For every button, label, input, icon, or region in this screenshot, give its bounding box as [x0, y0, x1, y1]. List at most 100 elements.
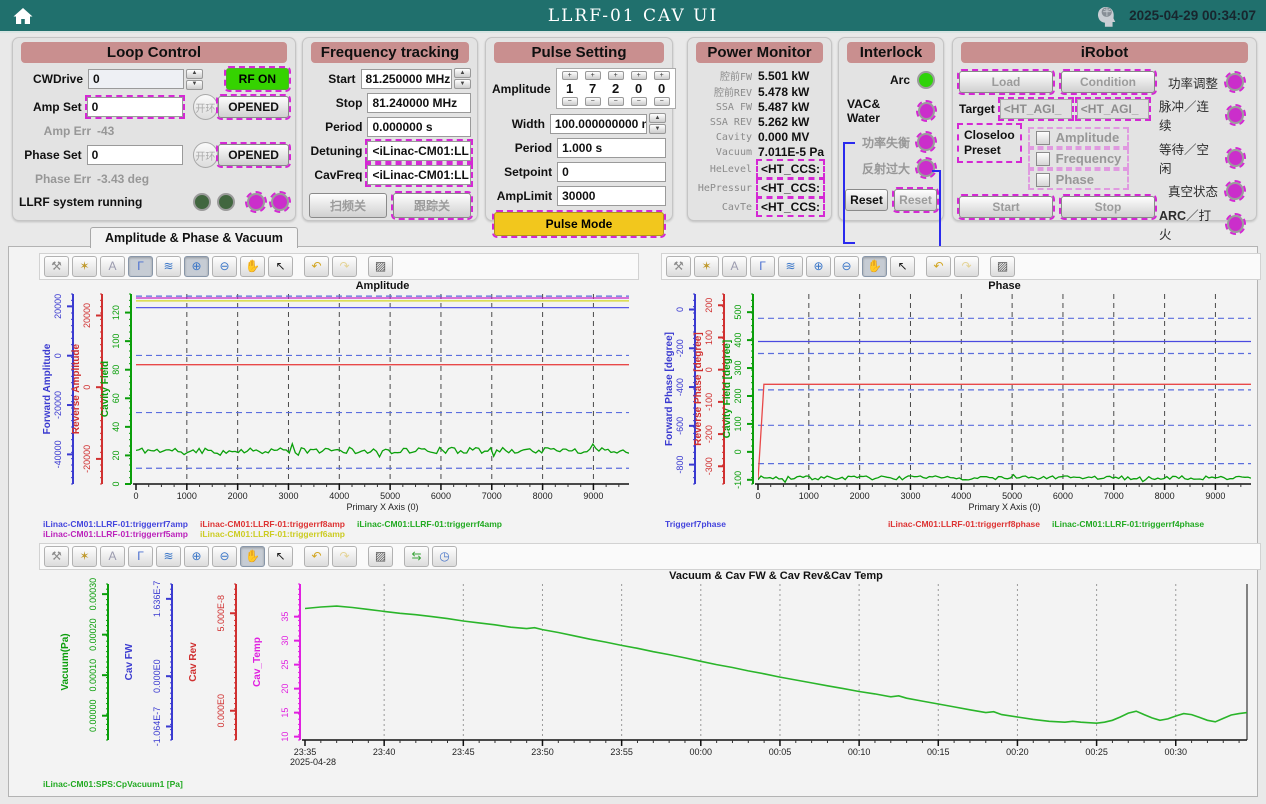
stagger-icon[interactable]: ≋ [778, 256, 803, 277]
stagger-icon[interactable]: ≋ [156, 256, 181, 277]
pulse-width-spin-up-button[interactable]: ▲ [649, 113, 666, 123]
interlock-reset-remote-button[interactable]: Reset [894, 189, 937, 211]
zoom-out-icon[interactable]: ⊖ [834, 256, 859, 277]
closeloop-check-frequency[interactable]: Frequency [1030, 150, 1128, 167]
pan-icon[interactable]: ✋ [240, 256, 265, 277]
snapshot-icon[interactable]: ▨ [368, 546, 393, 567]
tracking-off-button[interactable]: 跟踪关 [393, 193, 471, 218]
undo-icon[interactable]: ↶ [926, 256, 951, 277]
digit-3-increment-button[interactable]: + [631, 71, 647, 80]
digit-2-increment-button[interactable]: + [608, 71, 624, 80]
freq-start-spin-up-button[interactable]: ▲ [454, 68, 471, 78]
phase-chart[interactable]: Phase01000200030004000500060007000800090… [661, 280, 1259, 518]
snapshot-icon[interactable]: ▨ [368, 256, 393, 277]
stagger-icon[interactable]: ≋ [156, 546, 181, 567]
freq-period-field[interactable]: 0.000000 s [367, 117, 471, 137]
pulse-amplimit-field[interactable]: 30000 [557, 186, 666, 206]
svg-text:00:25: 00:25 [1085, 747, 1108, 757]
irobot-panel: iRobot Load Condition Target <HT_AGI_ <H… [952, 37, 1257, 221]
configure-icon[interactable]: ⚒ [44, 256, 69, 277]
axes-icon[interactable]: Γ [128, 546, 153, 567]
axes-icon[interactable]: Γ [750, 256, 775, 277]
cwdrive-spin-down-button[interactable]: ▼ [186, 80, 203, 90]
phase-open-loop-button[interactable]: 开环 [193, 142, 219, 168]
pointer-icon[interactable]: ↖ [268, 546, 293, 567]
freq-detuning-field[interactable]: <iLinac-CM01:LL [367, 141, 471, 161]
irobot-condition-button[interactable]: Condition [1061, 71, 1155, 93]
phase-loop-state-button[interactable]: OPENED [218, 144, 289, 166]
phase-set-input[interactable] [87, 145, 183, 165]
freq-stop-field[interactable]: 81.240000 MHz [367, 93, 471, 113]
pulse-mode-button[interactable]: Pulse Mode [494, 212, 665, 236]
tab-amplitude-phase-vacuum[interactable]: Amplitude & Phase & Vacuum [90, 227, 298, 248]
svg-text:300: 300 [733, 361, 743, 376]
checkbox-label: Frequency [1056, 151, 1122, 166]
digit-1-increment-button[interactable]: + [585, 71, 601, 80]
zoom-in-icon[interactable]: ⊕ [184, 256, 209, 277]
digit-4-value: 0 [658, 81, 665, 96]
freq-cavfreq-field[interactable]: <iLinac-CM01:LL [367, 165, 471, 185]
digit-4-increment-button[interactable]: + [654, 71, 670, 80]
amp-loop-state-button[interactable]: OPENED [218, 96, 289, 118]
time-range-icon[interactable]: ◷ [432, 546, 457, 567]
cwdrive-spin-up-button[interactable]: ▲ [186, 69, 203, 79]
irobot-start-button[interactable]: Start [959, 196, 1053, 218]
configure-icon[interactable]: ⚒ [666, 256, 691, 277]
freq-start-spin-down-button[interactable]: ▼ [454, 79, 471, 89]
amplitude-label: Amplitude [492, 82, 551, 96]
amp-set-input[interactable] [87, 97, 183, 117]
svg-text:-200: -200 [675, 339, 685, 357]
pulse-width-spin-down-button[interactable]: ▼ [649, 124, 666, 134]
annotation-icon[interactable]: A [100, 256, 125, 277]
undo-icon[interactable]: ↶ [304, 256, 329, 277]
topbar: LLRF-01 CAV UI 2025-04-29 00:34:07 [0, 0, 1266, 33]
pulse-period-field[interactable]: 1.000 s [557, 138, 666, 158]
zoom-out-icon[interactable]: ⊖ [212, 256, 237, 277]
loop-control-panel: Loop Control CWDrive ▲ ▼ RF ON Amp Set 开… [12, 37, 296, 221]
pointer-icon[interactable]: ↖ [890, 256, 915, 277]
digit-0-increment-button[interactable]: + [562, 71, 578, 80]
sweep-off-button[interactable]: 扫频关 [309, 193, 387, 218]
redo-icon[interactable]: ↷ [954, 256, 979, 277]
digit-0-decrement-button[interactable]: − [562, 97, 578, 106]
digit-2-decrement-button[interactable]: − [608, 97, 624, 106]
redo-icon[interactable]: ↷ [332, 256, 357, 277]
zoom-in-icon[interactable]: ⊕ [806, 256, 831, 277]
scroll-icon[interactable]: ⇆ [404, 546, 429, 567]
cwdrive-input[interactable] [88, 69, 184, 89]
redo-icon[interactable]: ↷ [332, 546, 357, 567]
axes-icon[interactable]: Γ [128, 256, 153, 277]
rf-on-button[interactable]: RF ON [226, 68, 289, 90]
snapshot-icon[interactable]: ▨ [990, 256, 1015, 277]
pan-icon[interactable]: ✋ [862, 256, 887, 277]
vacuum-chart[interactable]: Vacuum & Cav FW & Cav Rev&Cav Temp23:352… [39, 570, 1257, 778]
pan-icon[interactable]: ✋ [240, 546, 265, 567]
pulse-width-field[interactable]: 100.000000000 m [550, 114, 647, 134]
irobot-status-label: 等待／空闲 [1159, 139, 1219, 177]
digit-4-decrement-button[interactable]: − [654, 97, 670, 106]
pulse-setpoint-field[interactable]: 0 [557, 162, 666, 182]
wand-icon[interactable]: ✶ [694, 256, 719, 277]
undo-icon[interactable]: ↶ [304, 546, 329, 567]
closeloop-check-amplitude[interactable]: Amplitude [1030, 129, 1128, 146]
closeloop-check-phase[interactable]: Phase [1030, 171, 1128, 188]
pointer-icon[interactable]: ↖ [268, 256, 293, 277]
wand-icon[interactable]: ✶ [72, 546, 97, 567]
zoom-in-icon[interactable]: ⊕ [184, 546, 209, 567]
wand-icon[interactable]: ✶ [72, 256, 97, 277]
amplitude-chart[interactable]: Amplitude0100020003000400050006000700080… [39, 280, 637, 518]
svg-text:23:35: 23:35 [294, 747, 317, 757]
irobot-stop-button[interactable]: Stop [1061, 196, 1155, 218]
svg-text:10: 10 [280, 732, 290, 742]
annotation-icon[interactable]: A [722, 256, 747, 277]
digit-3-decrement-button[interactable]: − [631, 97, 647, 106]
irobot-load-button[interactable]: Load [959, 71, 1053, 93]
amp-open-loop-button[interactable]: 开环 [193, 94, 219, 120]
digit-1-decrement-button[interactable]: − [585, 97, 601, 106]
digit-column-2: +2− [608, 71, 624, 106]
freq-start-field[interactable]: 81.250000 MHz [361, 69, 452, 89]
annotation-icon[interactable]: A [100, 546, 125, 567]
configure-icon[interactable]: ⚒ [44, 546, 69, 567]
zoom-out-icon[interactable]: ⊖ [212, 546, 237, 567]
amplitude-digit-stepper[interactable]: +1−+7−+2−+0−+0− [556, 68, 676, 109]
